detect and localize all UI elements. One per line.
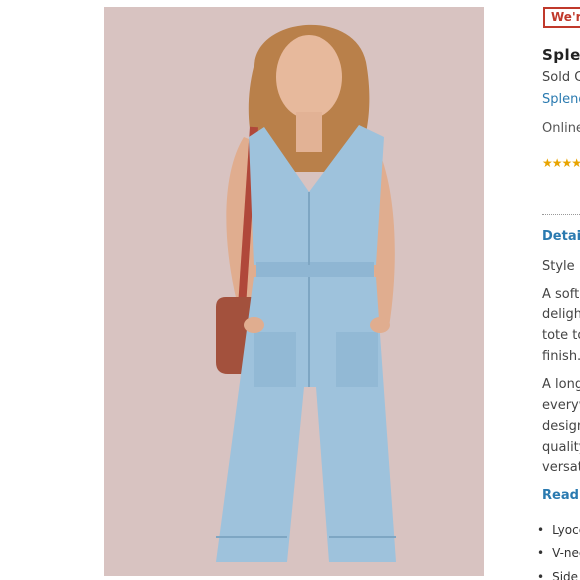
rating-stars[interactable]: ★★★★ xyxy=(542,155,580,171)
promo-badge: We're xyxy=(543,7,580,28)
feature-bullet: Side xyxy=(537,569,578,580)
description-line: deligh xyxy=(542,307,580,322)
feature-bullet: Lyoce xyxy=(537,522,580,538)
description-line: quality xyxy=(542,440,580,455)
availability-text: Online xyxy=(542,121,580,136)
brand-link[interactable]: Splend xyxy=(542,92,580,108)
description-line: tote to xyxy=(542,328,580,343)
description-line: A softe xyxy=(542,287,580,302)
description-line: A long xyxy=(542,377,580,392)
feature-bullet: V-nec xyxy=(537,545,580,561)
color-label: Sold C xyxy=(542,70,580,85)
style-number: Style N xyxy=(542,259,580,274)
section-divider xyxy=(542,214,580,215)
description-line: design xyxy=(542,419,580,434)
product-image[interactable] xyxy=(104,7,484,576)
read-more-link[interactable]: Read M xyxy=(542,488,580,504)
description-line: finish. xyxy=(542,349,580,364)
model-in-jumpsuit-illustration xyxy=(104,7,484,576)
product-title: Splen xyxy=(542,46,580,64)
description-line: versati xyxy=(542,460,580,475)
description-line: everyw xyxy=(542,398,580,413)
details-tab[interactable]: Details xyxy=(542,229,580,245)
product-details-panel: We're Splen Sold C Splend Online ★★★★ De… xyxy=(537,0,580,580)
